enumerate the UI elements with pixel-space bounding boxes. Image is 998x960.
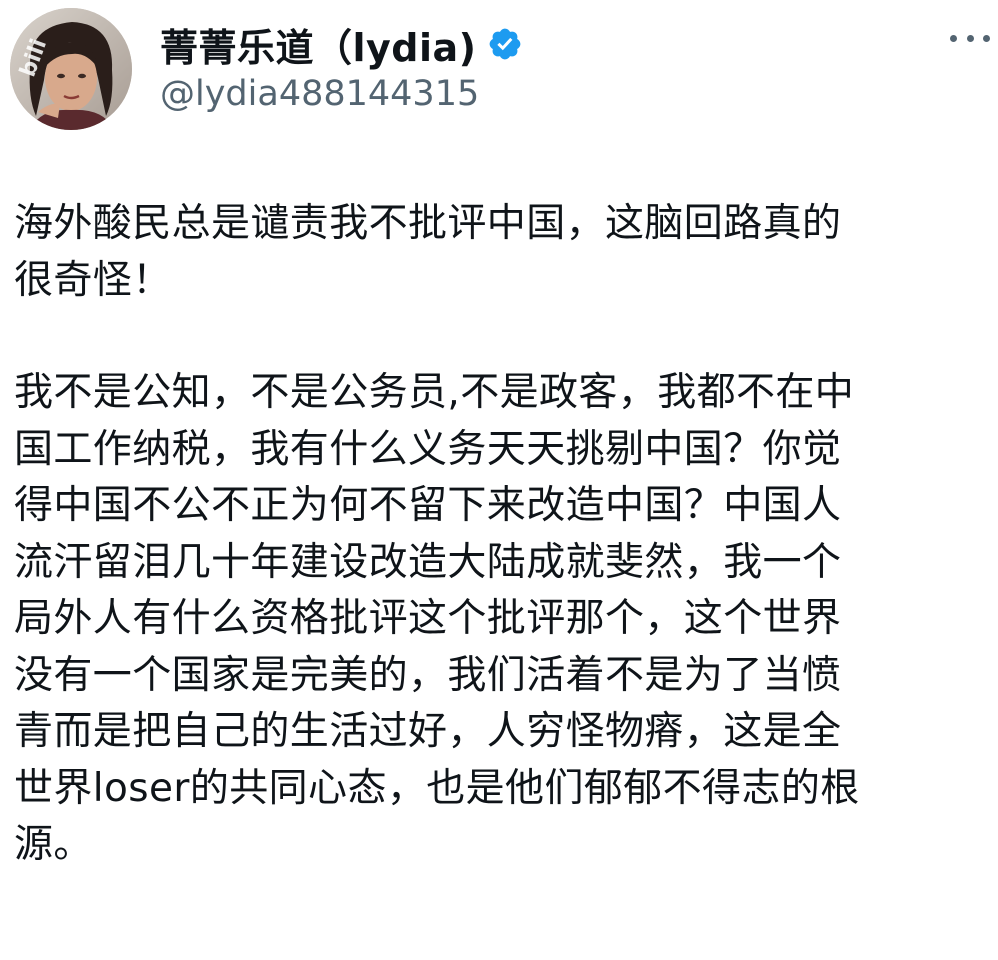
tweet-header: bili 菁菁乐道（lydia) @lydia488144315 — [0, 0, 998, 150]
tweet-text: 海外酸民总是谴责我不批评中国，这脑回路真的 很奇怪！ 我不是公知，不是公务员,不… — [14, 196, 994, 874]
tweet-paragraph-1: 海外酸民总是谴责我不批评中国，这脑回路真的 很奇怪！ — [14, 201, 842, 303]
author-name-row: 菁菁乐道（lydia) — [160, 14, 523, 74]
author-display-name[interactable]: 菁菁乐道（lydia) — [160, 17, 477, 72]
author-handle[interactable]: @lydia488144315 — [160, 74, 479, 114]
watermark-text: bili — [16, 36, 50, 80]
bilibili-watermark: bili — [6, 30, 53, 81]
tweet-paragraph-2: 我不是公知，不是公务员,不是政客，我都不在中 国工作纳税，我有什么义务天天挑剔中… — [14, 370, 860, 867]
verified-badge-icon — [487, 26, 523, 62]
more-options-button[interactable] — [950, 26, 990, 50]
more-horizontal-icon — [950, 34, 957, 42]
